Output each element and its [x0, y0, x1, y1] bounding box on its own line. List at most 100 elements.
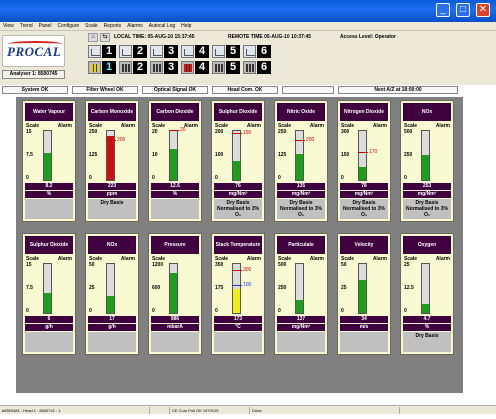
scale-tick: 0	[215, 308, 218, 314]
scale-tick: 0	[26, 308, 29, 314]
gauge-note	[151, 332, 199, 352]
analyser-button-line-5[interactable]: 5	[212, 43, 242, 59]
scale-tick: 20	[152, 129, 158, 135]
gauge-note	[25, 199, 73, 219]
home-icon[interactable]: ⌂	[88, 33, 98, 42]
alarm-line	[106, 140, 116, 141]
gauge-unit: mg/Nm³	[214, 191, 262, 198]
analyser-button-bar-3[interactable]: 3	[150, 59, 180, 75]
alarm-label: Alarm	[246, 123, 261, 129]
level-fill	[170, 272, 177, 313]
gauge-value: 135	[277, 183, 325, 190]
analyser-button-bar-6[interactable]: 6	[243, 59, 273, 75]
scale-tick: 0	[278, 175, 281, 181]
gauge-nox[interactable]: NOx Scale Alarm 500 250 0 253 mg/Nm³ Dry Basis N…	[400, 100, 454, 222]
gauge-unit: mbarA	[151, 324, 199, 331]
trend-icon	[119, 44, 132, 58]
analyser-button-bar-2[interactable]: 2	[119, 59, 149, 75]
gauge-pressure[interactable]: Pressure Scale 1200 600 0 986 mbarA	[148, 233, 202, 355]
logo-text: PROCAL	[7, 44, 62, 59]
scale-tick: 10	[152, 152, 158, 158]
analyser-button-line-2[interactable]: 2	[119, 43, 149, 59]
network-icon[interactable]: ⇆	[100, 33, 110, 42]
analyser-button-line-6[interactable]: 6	[243, 43, 273, 59]
gauge-nitrogen-dioxide[interactable]: Nitrogen Dioxide Scale Alarm 300 150 0 170 78 mg…	[337, 100, 391, 222]
gauge-oxygen[interactable]: Oxygen Scale Alarm 25 12.5 0 4.7% Dry Basis	[400, 233, 454, 355]
access-level: Access Level: Operator	[340, 34, 396, 40]
gauge-particulate[interactable]: Particulate Scale Alarm 500 250 0 137 mg/Nm³	[274, 233, 328, 355]
alarm-label: Alarm	[57, 123, 72, 129]
analyser-selector[interactable]: Analyser 1: 8500745	[2, 70, 65, 79]
alarm-line	[358, 152, 368, 153]
bargraph-icon	[181, 60, 194, 74]
level-tube	[358, 263, 367, 314]
menu-item-panel[interactable]: Panel	[36, 22, 55, 31]
gauge-unit: %	[25, 191, 73, 198]
menu-item-configure[interactable]: Configure	[54, 22, 82, 31]
close-button[interactable]: ✕	[476, 3, 490, 17]
scale-tick: 0	[404, 308, 407, 314]
menu-item-autocal-log[interactable]: Autocal Log	[146, 22, 178, 31]
gauge-velocity[interactable]: Velocity Scale Alarm 50 25 0 34 m/s	[337, 233, 391, 355]
scale-tick: 7.5	[26, 152, 33, 158]
gauge-value: 223	[88, 183, 136, 190]
gauge-unit: g/h	[88, 324, 136, 331]
analyser-number: 3	[164, 60, 178, 74]
bottom-status-bar: b8500481 : Head 1 : 8500741 : 1 CE Com Po…	[0, 405, 496, 414]
analyser-button-line-4[interactable]: 4	[181, 43, 211, 59]
scale-tick: 500	[404, 129, 413, 135]
level-fill	[233, 161, 240, 180]
optical-status: Optical Signal OK	[142, 86, 208, 94]
gauge-panel: Water Vapour Scale Alarm 15 7.5 0 8.2% Carbon M…	[16, 97, 463, 393]
analyser-button-bar-4[interactable]: 4	[181, 59, 211, 75]
gauge-note: Dry Basis	[88, 199, 136, 219]
analyser-button-line-3[interactable]: 3	[150, 43, 180, 59]
scale-tick: 250	[404, 152, 413, 158]
gauge-water-vapour[interactable]: Water Vapour Scale Alarm 15 7.5 0 8.2%	[22, 100, 76, 222]
gauge-carbon-monoxide[interactable]: Carbon Monoxide Scale Alarm 250 125 0 200 223 pp…	[85, 100, 139, 222]
scale-tick: 0	[404, 175, 407, 181]
menu-bar: View Trend Panel Configure Scale Reports Alarm…	[0, 22, 496, 31]
menu-item-alarms[interactable]: Alarms	[124, 22, 146, 31]
menu-item-view[interactable]: View	[0, 22, 17, 31]
gauge-value: 6	[25, 316, 73, 323]
analyser-button-line-1[interactable]: 1	[88, 43, 118, 59]
level-tube	[295, 130, 304, 181]
menu-item-help[interactable]: Help	[178, 22, 194, 31]
gauge-unit: m/s	[340, 324, 388, 331]
minimize-button[interactable]: _	[436, 3, 450, 17]
gauge-title: Velocity	[340, 236, 388, 254]
menu-item-reports[interactable]: Reports	[101, 22, 125, 31]
gauge-title: NOx	[403, 103, 451, 121]
scale-tick: 0	[341, 308, 344, 314]
bargraph-icon	[243, 60, 256, 74]
alarm-line	[232, 133, 242, 134]
system-status: System OK	[2, 86, 68, 94]
menu-item-scale[interactable]: Scale	[82, 22, 101, 31]
status-row: System OK Filter Wheel OK Optical Signal…	[0, 85, 496, 95]
alarm-value: 300	[243, 267, 252, 273]
scale-tick: 12.5	[404, 285, 414, 291]
scale-tick: 50	[89, 262, 95, 268]
trend-icon	[181, 44, 194, 58]
gauge-carbon-dioxide[interactable]: Carbon Dioxide Scale Alarm 20 10 0 20 12.6%	[148, 100, 202, 222]
gauge-title: Nitrogen Dioxide	[340, 103, 388, 121]
analyser-button-bar-5[interactable]: 5	[212, 59, 242, 75]
scale-tick: 0	[278, 308, 281, 314]
gauge-nox[interactable]: NOx Scale Alarm 50 25 0 17 g/h	[85, 233, 139, 355]
bottom-status-cell	[150, 407, 170, 414]
gauge-stack-temperature[interactable]: Stack Temperature Scale Alarm 350 175 0 300 100…	[211, 233, 265, 355]
analyser-button-bar-1[interactable]: 1	[88, 59, 118, 75]
gauge-value: 137	[277, 316, 325, 323]
menu-item-trend[interactable]: Trend	[17, 22, 36, 31]
maximize-button[interactable]: □	[456, 3, 470, 17]
gauge-title: Stack Temperature	[214, 236, 262, 254]
gauge-nitric-oxide[interactable]: Nitric Oxide Scale Alarm 250 125 0 200 135 mg/Nm…	[274, 100, 328, 222]
gauge-sulphur-dioxide[interactable]: Sulphur Dioxide Scale Alarm 15 7.5 0 6 g/h	[22, 233, 76, 355]
gauge-title: Oxygen	[403, 236, 451, 254]
gauge-sulphur-dioxide[interactable]: Sulphur Dioxide Scale Alarm 200 100 0 190 76 mg/…	[211, 100, 265, 222]
gauge-unit: %	[151, 191, 199, 198]
gauge-value: 12.6	[151, 183, 199, 190]
scale-tick: 0	[89, 175, 92, 181]
analyser-number: 6	[257, 60, 271, 74]
